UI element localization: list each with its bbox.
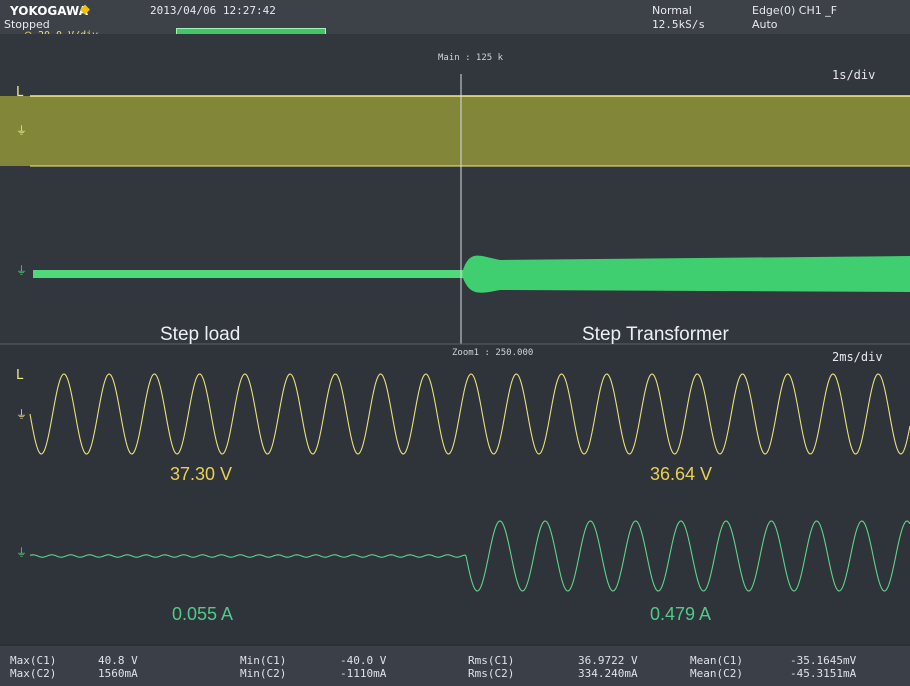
waveform-area: L L ⏚ ⏚ ⏚ ⏚ 1s/div Main : 125 k 2ms/div … — [0, 34, 910, 646]
status-header: YOKOGAWA ◆ Stopped 2013/04/06 12:27:42 N… — [0, 0, 910, 42]
ch2-after-step — [463, 255, 910, 293]
main-window-bg — [0, 34, 910, 344]
ch2-before-step — [33, 270, 463, 278]
meas-value-rms-c1: 36.9722 V — [578, 654, 638, 667]
brand-diamond-icon: ◆ — [80, 2, 90, 17]
zoom-window-label: Zoom1 : 250.000 — [452, 348, 534, 358]
step-load-label: Step load — [160, 324, 241, 345]
meas-value-mean-c2: -45.3151mA — [790, 667, 857, 680]
step-transformer-label: Step Transformer — [582, 324, 729, 345]
ch2-ground-icon: ⏚ — [16, 264, 27, 277]
trigger-setting: Edge(0) CH1 _F — [752, 4, 838, 17]
current-left: 0.055 A — [172, 604, 234, 624]
current-right: 0.479 A — [650, 604, 712, 624]
meas-value-max-c2: 1560mA — [98, 667, 138, 680]
meas-name-min-c1: Min(C1) — [240, 654, 287, 667]
oscilloscope-screen: YOKOGAWA ◆ Stopped 2013/04/06 12:27:42 N… — [0, 0, 910, 686]
meas-value-mean-c1: -35.1645mV — [790, 654, 857, 667]
datetime: 2013/04/06 12:27:42 — [150, 4, 276, 17]
voltage-right: 36.64 V — [650, 464, 713, 484]
meas-name-rms-c1: Rms(C1) — [468, 654, 515, 667]
meas-value-min-c1: -40.0 V — [340, 654, 387, 667]
ch1-marker: L — [16, 85, 24, 100]
zoom-window-bg — [0, 344, 910, 644]
ch1-zoom-marker: L — [16, 368, 24, 383]
meas-value-rms-c2: 334.240mA — [578, 667, 638, 680]
brand-logo: YOKOGAWA — [10, 4, 89, 18]
meas-value-min-c2: -1110mA — [340, 667, 387, 680]
ch1-ground-icon: ⏚ — [16, 124, 27, 137]
meas-name-min-c2: Min(C2) — [240, 667, 287, 680]
ch1-zoom-ground-icon: ⏚ — [16, 408, 27, 421]
zoom-timebase: 2ms/div — [832, 350, 883, 364]
trigger-mode: Auto — [752, 18, 778, 31]
meas-name-mean-c1: Mean(C1) — [690, 654, 743, 667]
meas-name-max-c2: Max(C2) — [10, 667, 57, 680]
meas-name-mean-c2: Mean(C2) — [690, 667, 743, 680]
ch1-envelope-band — [0, 96, 910, 166]
acquisition-mode: Normal — [652, 4, 692, 17]
main-timebase: 1s/div — [832, 68, 876, 82]
voltage-left: 37.30 V — [170, 464, 233, 484]
waveform-canvas: L L ⏚ ⏚ ⏚ ⏚ — [0, 34, 910, 644]
measurement-bar: Max(C1) 40.8 V Min(C1) -40.0 V Rms(C1) 3… — [0, 646, 910, 686]
main-zoom-label: Main : 125 k — [438, 53, 504, 63]
sample-rate: 12.5kS/s — [652, 18, 705, 31]
ch2-zoom-ground-icon: ⏚ — [16, 546, 27, 559]
meas-name-rms-c2: Rms(C2) — [468, 667, 515, 680]
meas-name-max-c1: Max(C1) — [10, 654, 57, 667]
meas-value-max-c1: 40.8 V — [98, 654, 138, 667]
